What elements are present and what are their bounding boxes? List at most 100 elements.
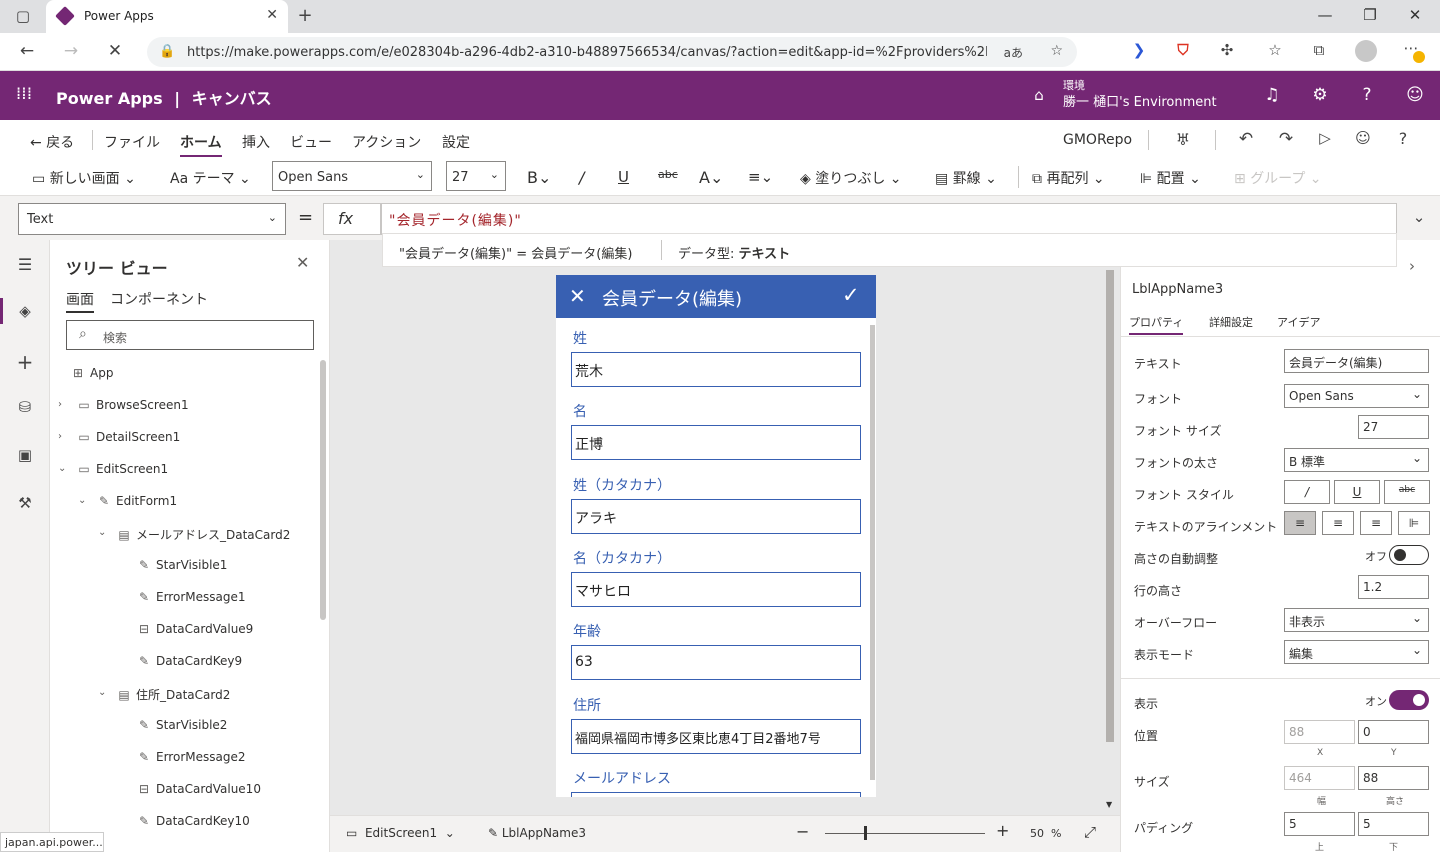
- menu-view[interactable]: ビュー: [290, 132, 332, 152]
- height-input[interactable]: 88: [1358, 766, 1429, 790]
- expand-chevron-icon[interactable]: ⌄: [98, 687, 106, 698]
- strikethrough-button[interactable]: abc: [658, 168, 678, 181]
- new-screen-button[interactable]: ▭ 新しい画面 ⌄: [32, 168, 136, 188]
- tree-node[interactable]: ▤ 住所_DataCard2: [116, 686, 230, 703]
- stop-loading-icon[interactable]: ✕: [104, 41, 126, 61]
- width-input[interactable]: 464: [1284, 766, 1355, 790]
- italic-toggle[interactable]: /: [1284, 480, 1330, 504]
- strikethrough-toggle[interactable]: abc: [1384, 480, 1430, 504]
- close-icon[interactable]: ✕: [569, 284, 586, 308]
- tree-node[interactable]: ✎ ErrorMessage1: [136, 590, 246, 604]
- zoom-in-button[interactable]: +: [996, 821, 1009, 840]
- position-y-input[interactable]: 0: [1358, 720, 1429, 744]
- auto-height-toggle[interactable]: [1389, 545, 1429, 565]
- tree-node[interactable]: ▭ BrowseScreen1: [76, 398, 188, 412]
- menu-home[interactable]: ホーム: [180, 132, 222, 157]
- expand-formula-icon[interactable]: ⌄: [1408, 208, 1430, 226]
- edit-screen-preview[interactable]: ✕ 会員データ(編集) ✓ 姓荒木名正博 姓（カタカナ） アラキ 名（カタカナ） マサヒ…: [556, 275, 876, 797]
- tree-view-layers-icon[interactable]: ◈: [14, 302, 36, 320]
- display-mode-select[interactable]: 編集 ⌄: [1284, 640, 1429, 664]
- tab-ideas[interactable]: アイデア: [1277, 314, 1320, 330]
- align-justify-button[interactable]: ⊫: [1398, 511, 1430, 535]
- zoom-slider[interactable]: [825, 833, 985, 834]
- font-weight-select[interactable]: B 標準 ⌄: [1284, 448, 1429, 472]
- expand-chevron-icon[interactable]: ›: [58, 431, 62, 442]
- control-selector[interactable]: ✎ LblAppName3: [488, 826, 586, 840]
- tree-node[interactable]: ✎ StarVisible1: [136, 558, 227, 572]
- field-input[interactable]: 63: [571, 645, 861, 681]
- font-size-dropdown[interactable]: 27 ⌄: [446, 161, 506, 191]
- align-left-button[interactable]: ≡: [1284, 511, 1316, 535]
- scroll-down-icon[interactable]: ▼: [1106, 800, 1112, 809]
- undo-icon[interactable]: ↶: [1235, 129, 1257, 149]
- close-window-icon[interactable]: ✕: [1405, 6, 1425, 24]
- line-height-input[interactable]: 1.2: [1358, 575, 1429, 599]
- back-icon[interactable]: ←: [16, 41, 38, 61]
- bold-button[interactable]: B⌄: [527, 168, 551, 187]
- underline-button[interactable]: U: [618, 168, 629, 186]
- font-dropdown[interactable]: Open Sans ⌄: [272, 161, 432, 191]
- align-button[interactable]: ⊫ 配置 ⌄: [1140, 168, 1201, 188]
- italic-button[interactable]: /: [579, 168, 584, 187]
- group-button[interactable]: ⊞ グループ ⌄: [1234, 168, 1322, 188]
- form-title-label[interactable]: 会員データ(編集): [602, 285, 742, 311]
- position-x-input[interactable]: 88: [1284, 720, 1355, 744]
- data-icon[interactable]: ⛁: [14, 398, 36, 416]
- font-select[interactable]: Open Sans ⌄: [1284, 384, 1429, 408]
- field-input[interactable]: [571, 791, 861, 797]
- extension-icon[interactable]: ❯: [1128, 41, 1150, 59]
- property-dropdown[interactable]: Text ⌄: [18, 203, 286, 235]
- zoom-level[interactable]: 50 %: [1030, 827, 1061, 840]
- font-color-button[interactable]: A⌄: [699, 168, 723, 187]
- tree-node[interactable]: ✎ EditForm1: [96, 494, 177, 508]
- insert-plus-icon[interactable]: +: [14, 350, 36, 374]
- align-right-button[interactable]: ≡: [1360, 511, 1392, 535]
- field-input[interactable]: アラキ: [571, 498, 861, 534]
- screen-selector[interactable]: ▭ EditScreen1 ⌄: [346, 826, 455, 840]
- expand-chevron-icon[interactable]: ›: [58, 399, 62, 410]
- favorites-icon[interactable]: ☆: [1264, 41, 1286, 59]
- field-input[interactable]: マサヒロ: [571, 571, 861, 607]
- tree-node[interactable]: ▭ EditScreen1: [76, 462, 168, 476]
- settings-gear-icon[interactable]: ⚙: [1309, 85, 1331, 105]
- canvas-scrollbar[interactable]: [1106, 270, 1114, 742]
- tab-actions-icon[interactable]: ▢: [12, 7, 34, 25]
- padding-top-input[interactable]: 5: [1284, 812, 1355, 836]
- zoom-out-button[interactable]: −: [796, 822, 809, 841]
- help-icon[interactable]: ?: [1392, 129, 1414, 148]
- search-input[interactable]: ⌕ 検索: [66, 320, 314, 350]
- shield-extension-icon[interactable]: ⛉: [1172, 41, 1194, 59]
- redo-icon[interactable]: ↷: [1275, 129, 1297, 149]
- add-favorite-icon[interactable]: ☆: [1050, 43, 1063, 59]
- function-button[interactable]: fx ⌄: [323, 203, 381, 246]
- expand-panel-icon[interactable]: ›: [1409, 257, 1415, 275]
- app-launcher-icon[interactable]: ⁞⁞⁞: [13, 84, 35, 104]
- user-icon[interactable]: ☺: [1404, 85, 1426, 105]
- tree-scrollbar[interactable]: [320, 360, 326, 620]
- underline-toggle[interactable]: U: [1334, 480, 1380, 504]
- notification-bell-icon[interactable]: ♫: [1261, 85, 1283, 105]
- expand-chevron-icon[interactable]: ⌄: [78, 495, 86, 506]
- tree-node[interactable]: ✎ DataCardKey9: [136, 654, 242, 668]
- tree-node[interactable]: ✎ StarVisible2: [136, 718, 227, 732]
- advanced-tools-icon[interactable]: ⚒: [14, 494, 36, 512]
- share-icon[interactable]: ☺: [1352, 129, 1374, 147]
- menu-file[interactable]: ファイル: [104, 132, 160, 152]
- app-checker-icon[interactable]: ♅: [1172, 130, 1194, 149]
- field-input[interactable]: 正博: [571, 425, 861, 461]
- extensions-icon[interactable]: ✣: [1216, 41, 1238, 59]
- zoom-slider-thumb[interactable]: [864, 826, 867, 840]
- tree-node[interactable]: ⊞ App: [70, 366, 113, 380]
- submit-check-icon[interactable]: ✓: [842, 283, 860, 307]
- menu-insert[interactable]: 挿入: [242, 132, 270, 152]
- tab-advanced[interactable]: 詳細設定: [1209, 314, 1253, 330]
- border-button[interactable]: ▤ 罫線 ⌄: [935, 168, 997, 188]
- environment-icon[interactable]: ⌂: [1028, 86, 1050, 104]
- theme-button[interactable]: Aа テーマ ⌄: [170, 168, 251, 188]
- field-input[interactable]: 福岡県福岡市博多区東比恵4丁目2番地7号: [571, 718, 861, 754]
- back-button[interactable]: ← 戻る: [30, 132, 74, 152]
- profile-avatar[interactable]: [1355, 40, 1377, 62]
- text-input[interactable]: 会員データ(編集): [1284, 349, 1429, 373]
- new-tab-icon[interactable]: +: [294, 5, 316, 26]
- fit-to-window-icon[interactable]: ⤢: [1084, 823, 1096, 841]
